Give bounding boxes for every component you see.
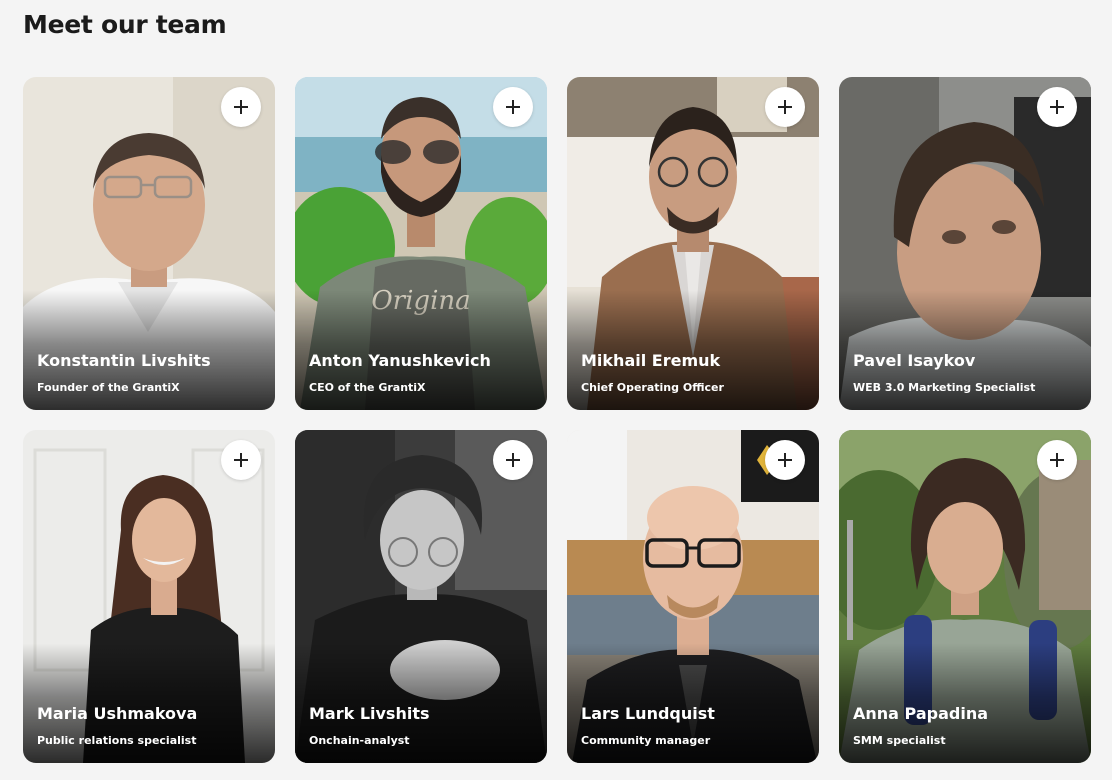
expand-button[interactable] (1037, 440, 1077, 480)
member-role: Founder of the GrantiX (37, 381, 180, 394)
member-name: Anton Yanushkevich (309, 351, 491, 370)
expand-button[interactable] (765, 87, 805, 127)
team-card-lars-lundquist[interactable]: Lars Lundquist Community manager (567, 430, 819, 763)
plus-icon (506, 453, 520, 467)
member-role: Onchain-analyst (309, 734, 410, 747)
team-card-mikhail-eremuk[interactable]: Mikhail Eremuk Chief Operating Officer (567, 77, 819, 410)
member-name: Mikhail Eremuk (581, 351, 721, 370)
team-section: Meet our team Konstantin Livshits Founde… (0, 0, 1112, 780)
member-role: CEO of the GrantiX (309, 381, 426, 394)
section-title: Meet our team (23, 10, 227, 39)
expand-button[interactable] (221, 87, 261, 127)
member-name: Konstantin Livshits (37, 351, 211, 370)
member-name: Lars Lundquist (581, 704, 715, 723)
plus-icon (778, 100, 792, 114)
plus-icon (1050, 100, 1064, 114)
plus-icon (778, 453, 792, 467)
member-role: SMM specialist (853, 734, 946, 747)
member-name: Anna Papadina (853, 704, 988, 723)
member-name: Pavel Isaykov (853, 351, 976, 370)
expand-button[interactable] (221, 440, 261, 480)
member-role: WEB 3.0 Marketing Specialist (853, 381, 1036, 394)
member-role: Community manager (581, 734, 711, 747)
team-card-maria-ushmakova[interactable]: Maria Ushmakova Public relations special… (23, 430, 275, 763)
plus-icon (234, 453, 248, 467)
expand-button[interactable] (1037, 87, 1077, 127)
team-card-anna-papadina[interactable]: Anna Papadina SMM specialist (839, 430, 1091, 763)
team-grid: Konstantin Livshits Founder of the Grant… (23, 77, 1091, 763)
member-name: Maria Ushmakova (37, 704, 198, 723)
team-card-anton-yanushkevich[interactable]: Origina Anton Yanushkevich CEO of the Gr… (295, 77, 547, 410)
team-card-mark-livshits[interactable]: Mark Livshits Onchain-analyst (295, 430, 547, 763)
team-card-konstantin-livshits[interactable]: Konstantin Livshits Founder of the Grant… (23, 77, 275, 410)
plus-icon (234, 100, 248, 114)
team-card-pavel-isaykov[interactable]: Pavel Isaykov WEB 3.0 Marketing Speciali… (839, 77, 1091, 410)
expand-button[interactable] (493, 440, 533, 480)
member-name: Mark Livshits (309, 704, 430, 723)
expand-button[interactable] (493, 87, 533, 127)
plus-icon (506, 100, 520, 114)
member-role: Public relations specialist (37, 734, 197, 747)
expand-button[interactable] (765, 440, 805, 480)
plus-icon (1050, 453, 1064, 467)
member-role: Chief Operating Officer (581, 381, 724, 394)
